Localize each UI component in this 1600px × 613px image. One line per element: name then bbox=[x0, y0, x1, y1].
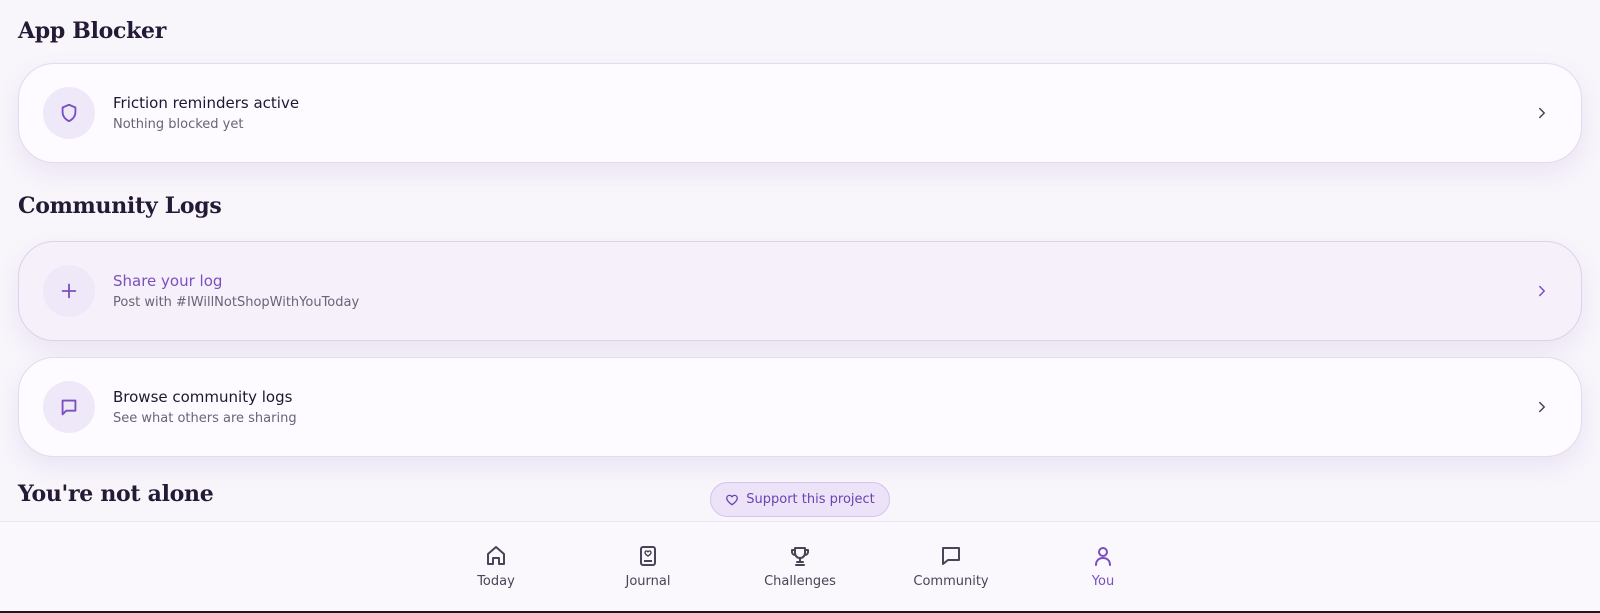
message-square-icon bbox=[43, 381, 95, 433]
nav-challenges[interactable]: Challenges bbox=[745, 544, 855, 589]
card-subtitle: Post with #IWillNotShopWithYouToday bbox=[113, 295, 360, 310]
support-project-button[interactable]: Support this project bbox=[710, 482, 890, 517]
shield-icon bbox=[43, 87, 95, 139]
nav-label: Community bbox=[913, 574, 989, 589]
nav-community[interactable]: Community bbox=[896, 544, 1006, 589]
nav-today[interactable]: Today bbox=[441, 544, 551, 589]
chevron-right-icon bbox=[1539, 107, 1545, 119]
plus-icon bbox=[43, 265, 95, 317]
section-title-app-blocker: App Blocker bbox=[18, 18, 167, 44]
chevron-right-icon bbox=[1539, 285, 1545, 297]
nav-journal[interactable]: Journal bbox=[593, 544, 703, 589]
section-title-community-logs: Community Logs bbox=[18, 193, 222, 219]
card-text: Browse community logs See what others ar… bbox=[113, 387, 1533, 427]
chevron-right-icon bbox=[1539, 401, 1545, 413]
section-title-not-alone: You're not alone bbox=[18, 481, 214, 507]
card-title: Browse community logs bbox=[113, 388, 293, 406]
nav-label: Today bbox=[477, 574, 515, 589]
nav-label: Challenges bbox=[764, 574, 836, 589]
card-title: Share your log bbox=[113, 272, 223, 290]
card-subtitle: See what others are sharing bbox=[113, 411, 297, 426]
trophy-icon bbox=[791, 547, 809, 566]
app-page: App Blocker Friction reminders active No… bbox=[0, 0, 1600, 613]
home-icon bbox=[487, 546, 505, 565]
message-square-icon bbox=[942, 547, 960, 565]
support-label: Support this project bbox=[746, 492, 875, 507]
bottom-navigation: Today Journal Challenges Community You bbox=[0, 521, 1600, 613]
card-text: Share your log Post with #IWillNotShopWi… bbox=[113, 271, 1533, 311]
user-icon bbox=[1095, 547, 1111, 566]
nav-you[interactable]: You bbox=[1048, 544, 1158, 589]
browse-community-logs-card[interactable]: Browse community logs See what others ar… bbox=[18, 357, 1582, 457]
friction-reminders-card[interactable]: Friction reminders active Nothing blocke… bbox=[18, 63, 1582, 163]
nav-label: You bbox=[1091, 574, 1115, 589]
nav-label: Journal bbox=[625, 574, 671, 589]
card-text: Friction reminders active Nothing blocke… bbox=[113, 93, 1533, 133]
heart-icon bbox=[726, 494, 739, 505]
card-subtitle: Nothing blocked yet bbox=[113, 117, 244, 132]
share-log-card[interactable]: Share your log Post with #IWillNotShopWi… bbox=[18, 241, 1582, 341]
card-title: Friction reminders active bbox=[113, 94, 300, 112]
journal-icon bbox=[640, 546, 656, 566]
